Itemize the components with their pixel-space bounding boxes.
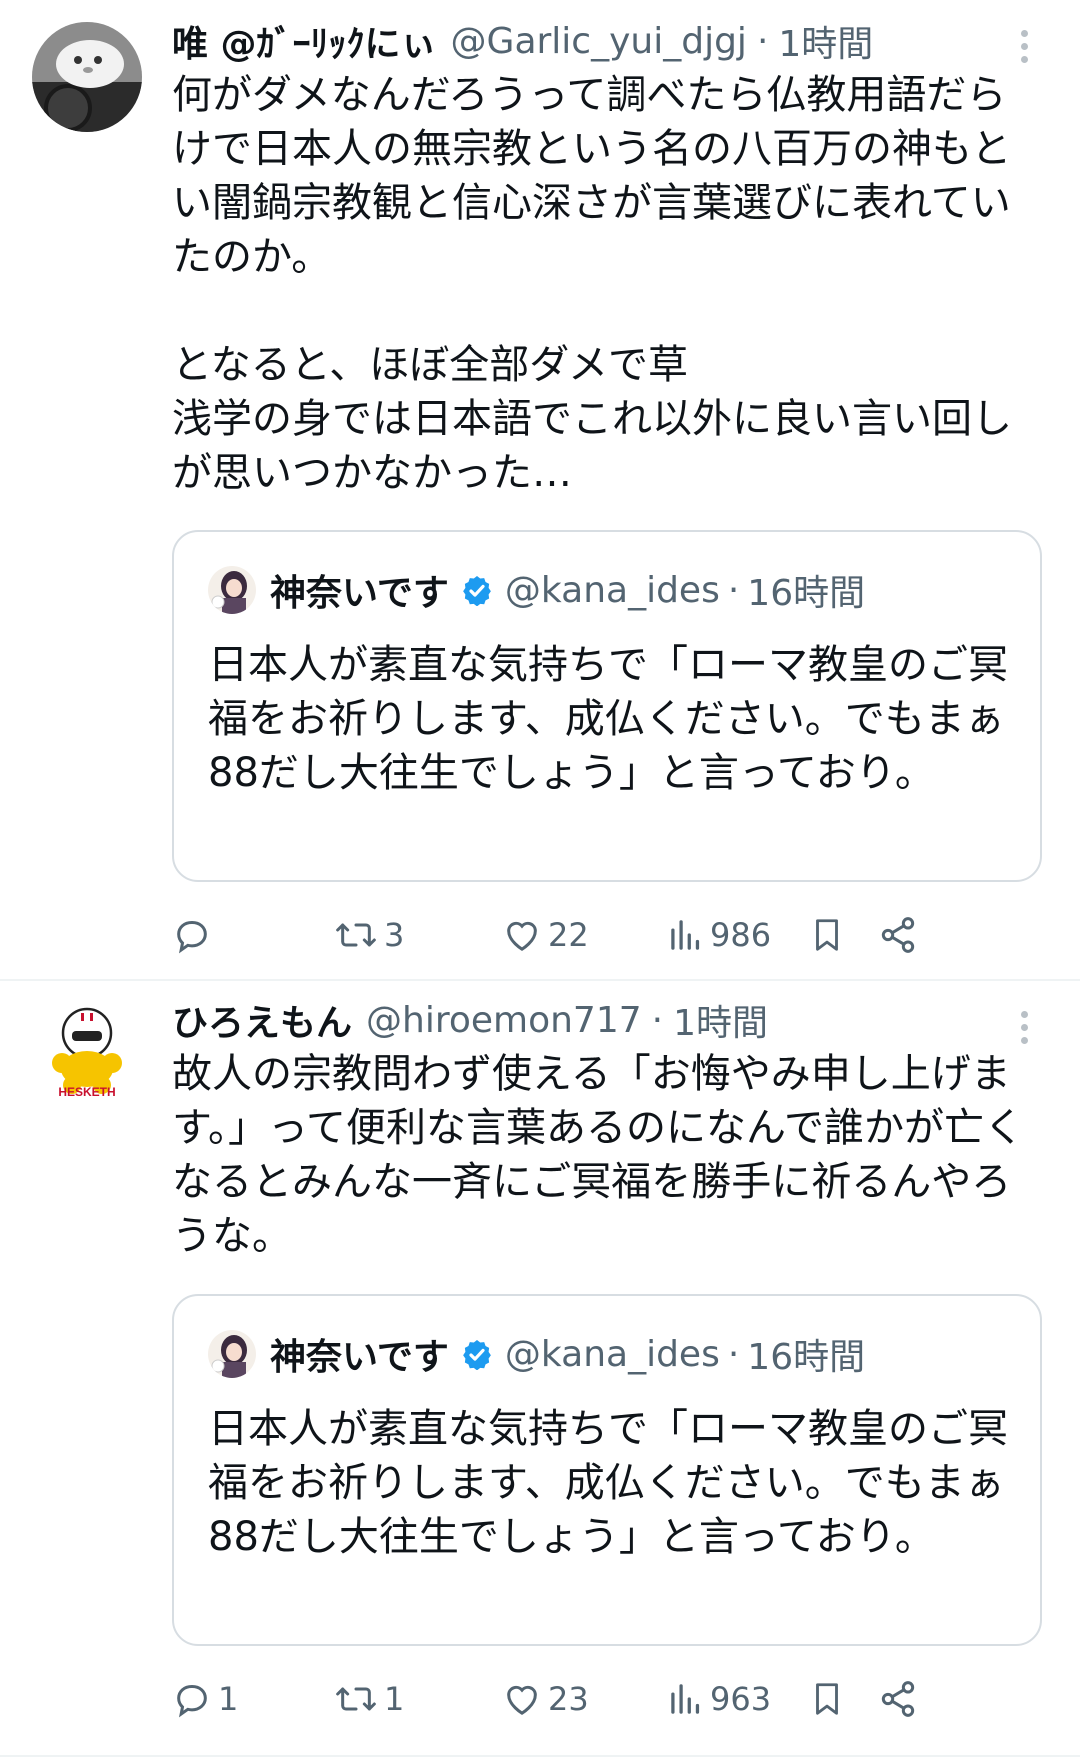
bookmark-button[interactable] [808, 905, 846, 965]
like-button[interactable]: 23 [502, 1669, 589, 1729]
like-icon [507, 921, 537, 951]
bookmark-button[interactable] [808, 1669, 846, 1729]
share-button[interactable] [878, 905, 918, 965]
like-icon [507, 1685, 537, 1715]
avatar[interactable] [32, 22, 142, 132]
quote-display-name: 神奈いです [270, 573, 449, 614]
separator: · [651, 999, 664, 1041]
like-count: 22 [548, 916, 589, 954]
quote-text: 日本人が素直な気持ちで「ローマ教皇のご冥福をお祈りします、成仏ください。でもまぁ… [208, 1406, 1008, 1560]
quote-avatar [208, 1330, 256, 1378]
quote-display-name: 神奈いです [270, 1337, 449, 1378]
views-button[interactable]: 986 [668, 905, 771, 965]
reply-icon [177, 920, 207, 954]
reply-button[interactable]: 1 [172, 1669, 238, 1729]
timestamp[interactable]: 1時間 [778, 15, 873, 67]
like-button[interactable]: 22 [502, 905, 589, 965]
like-count: 23 [548, 1680, 589, 1718]
bookmark-icon [816, 1683, 838, 1715]
share-icon [881, 917, 915, 953]
user-handle[interactable]: @Garlic_yui_djgj [451, 21, 747, 62]
retweet-count: 1 [384, 1680, 405, 1718]
tweet[interactable]: 唯 @ｶﾞｰﾘｯｸにぃ @Garlic_yui_djgj · 1時間 何がダメな… [0, 0, 1080, 954]
display-name[interactable]: ひろえもん [172, 994, 352, 1046]
quote-header: 神奈いです @kana_ides · 16時間 [208, 1326, 1020, 1382]
view-count: 986 [710, 916, 772, 954]
quote-timestamp: 16時間 [747, 573, 866, 614]
view-count: 963 [710, 1680, 772, 1718]
share-button[interactable] [878, 1669, 918, 1729]
tweet-text: 故人の宗教問わず使える「お悔やみ申し上げます。」って便利な言葉あるのになんで誰か… [172, 1051, 1024, 1259]
avatar[interactable]: HESKETH [32, 1001, 142, 1111]
bookmark-icon [816, 919, 838, 951]
tweet-header: ひろえもん @hiroemon717 · 1時間 [172, 993, 1010, 1047]
views-icon [671, 1684, 700, 1714]
quoted-tweet[interactable]: 神奈いです @kana_ides · 16時間 日本人が素直な気持ちで「ローマ教… [172, 1294, 1042, 1646]
retweet-icon [336, 1687, 376, 1711]
separator: · [756, 20, 769, 62]
reply-count: 1 [218, 1680, 239, 1718]
retweet-button[interactable]: 3 [334, 905, 404, 965]
quote-text: 日本人が素直な気持ちで「ローマ教皇のご冥福をお祈りします、成仏ください。でもまぁ… [208, 642, 1008, 796]
quote-handle: @kana_ides [504, 1333, 720, 1375]
tweet[interactable]: HESKETH ひろえもん @hiroemon717 · 1時間 故人の宗教問わ… [0, 981, 1080, 1757]
avatar-logo-text: HESKETH [58, 1085, 116, 1099]
quoted-tweet[interactable]: 神奈いです @kana_ides · 16時間 日本人が素直な気持ちで「ローマ教… [172, 530, 1042, 882]
tweet-header: 唯 @ｶﾞｰﾘｯｸにぃ @Garlic_yui_djgj · 1時間 [172, 14, 1010, 68]
retweet-count: 3 [384, 916, 405, 954]
action-bar: 1 1 23 963 [172, 1669, 1042, 1729]
more-icon[interactable] [1018, 30, 1030, 69]
views-icon [671, 920, 700, 950]
retweet-icon [336, 923, 376, 947]
timestamp[interactable]: 1時間 [673, 994, 768, 1046]
reply-icon [177, 1684, 207, 1718]
views-button[interactable]: 963 [668, 1669, 771, 1729]
quote-timestamp: 16時間 [747, 1337, 866, 1378]
more-icon[interactable] [1018, 1011, 1030, 1050]
retweet-button[interactable]: 1 [334, 1669, 404, 1729]
separator: · [727, 1333, 740, 1375]
action-bar: 3 22 986 [172, 905, 1042, 965]
quote-header: 神奈いです @kana_ides · 16時間 [208, 562, 1020, 618]
tweet-text: 何がダメなんだろうって調べたら仏教用語だらけで日本人の無宗教という名の八百万の神… [172, 72, 1012, 496]
verified-icon [463, 576, 491, 606]
verified-icon [463, 1340, 491, 1370]
quote-handle: @kana_ides [504, 569, 720, 611]
share-icon [881, 1681, 915, 1717]
separator: · [727, 569, 740, 611]
reply-button[interactable] [172, 905, 218, 965]
quote-avatar [208, 566, 256, 614]
user-handle[interactable]: @hiroemon717 [366, 1000, 642, 1041]
display-name[interactable]: 唯 @ｶﾞｰﾘｯｸにぃ [172, 15, 437, 67]
